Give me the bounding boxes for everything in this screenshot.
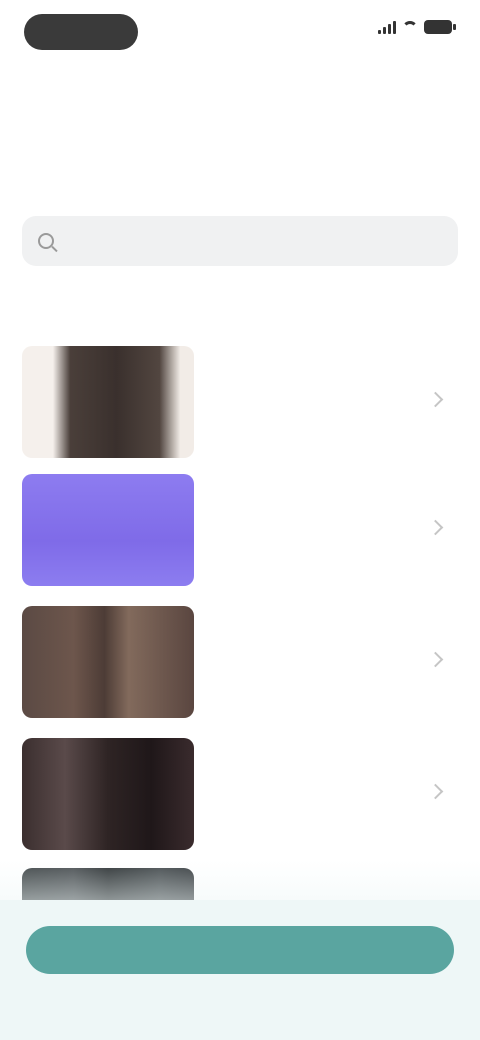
search-icon [38,233,54,249]
list-item[interactable] [0,474,480,592]
chevron-right-icon [426,518,446,538]
chevron-right-icon [426,782,446,802]
item-thumbnail [22,606,194,718]
item-thumbnail [22,474,194,586]
status-icons [378,20,456,34]
list-item[interactable] [0,346,480,464]
signal-icon [378,20,396,34]
list-item[interactable] [0,738,480,856]
search-box[interactable] [22,216,458,266]
primary-action-button[interactable] [26,926,454,974]
chevron-right-icon [426,390,446,410]
search-input[interactable] [64,231,442,251]
status-bar [0,0,480,62]
status-time-pill [24,14,138,50]
list-item[interactable] [0,606,480,724]
wifi-icon [402,21,418,33]
battery-icon [424,20,456,34]
chevron-right-icon [426,650,446,670]
item-thumbnail [22,738,194,850]
item-thumbnail [22,346,194,458]
